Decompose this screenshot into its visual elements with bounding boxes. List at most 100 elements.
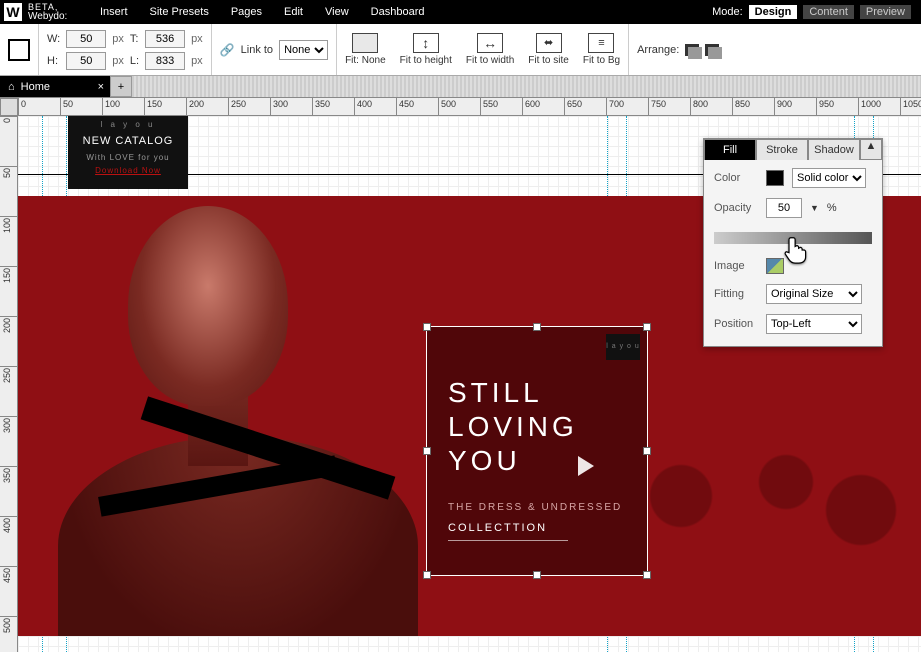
ruler-h-tick: 650 [564, 98, 565, 116]
ruler-h-tick: 900 [774, 98, 775, 116]
ruler-v-tick: 150 [0, 266, 18, 267]
color-type-select[interactable]: Solid color [792, 168, 866, 188]
app-logo-icon [4, 3, 22, 21]
ruler-h-tick: 150 [144, 98, 145, 116]
fit-bg-label: Fit to Bg [583, 55, 620, 66]
tab-home[interactable]: ⌂ Home × [0, 76, 110, 97]
ruler-h-tick: 1050 [900, 98, 901, 116]
menu-edit[interactable]: Edit [284, 6, 303, 18]
link-to-select[interactable]: None [279, 40, 328, 60]
panel-tab-fill[interactable]: Fill [704, 139, 756, 160]
fit-none-button[interactable]: Fit: None [345, 33, 386, 66]
ruler-h-tick: 500 [438, 98, 439, 116]
mode-design[interactable]: Design [749, 5, 798, 19]
catalog-badge[interactable]: l a y o u NEW CATALOG With LOVE for you … [68, 116, 188, 189]
ruler-h-tick: 100 [102, 98, 103, 116]
badge-title: NEW CATALOG [74, 135, 182, 147]
color-swatch[interactable] [766, 170, 784, 186]
dim-h-input[interactable] [66, 52, 106, 70]
ruler-v-tick: 400 [0, 516, 18, 517]
dim-t-label: T: [130, 33, 139, 45]
hero-model-figure [18, 196, 438, 636]
fit-width-icon: ↔ [477, 33, 503, 53]
ruler-v-tick: 250 [0, 366, 18, 367]
fit-height-button[interactable]: ↕ Fit to height [400, 33, 452, 66]
resize-handle-t[interactable] [533, 323, 541, 331]
badge-cta[interactable]: Download Now [74, 166, 182, 175]
fit-none-icon [352, 33, 378, 53]
resize-handle-tl[interactable] [423, 323, 431, 331]
ruler-vertical[interactable]: 050100150200250300350400450500 [0, 116, 18, 652]
add-tab-button[interactable]: + [110, 76, 132, 97]
menu-dashboard[interactable]: Dashboard [371, 6, 425, 18]
document-tab-strip: ⌂ Home × + [0, 76, 921, 98]
position-select[interactable]: Top-Left [766, 314, 862, 334]
ruler-h-tick: 600 [522, 98, 523, 116]
fit-site-button[interactable]: ⬌ Fit to site [528, 33, 569, 66]
ruler-h-tick: 450 [396, 98, 397, 116]
top-menu-bar: BETA, Webydo: Insert Site Presets Pages … [0, 0, 921, 24]
dim-l-label: L: [130, 55, 139, 67]
selection-outline[interactable] [426, 326, 648, 576]
dim-w-label: W: [47, 33, 60, 45]
panel-color-label: Color [714, 172, 758, 184]
mode-content[interactable]: Content [803, 5, 854, 19]
fill-properties-panel[interactable]: Fill Stroke Shadow ▲ Color Solid color O… [703, 138, 883, 347]
ruler-h-tick: 300 [270, 98, 271, 116]
menu-site-presets[interactable]: Site Presets [150, 6, 209, 18]
resize-handle-tr[interactable] [643, 323, 651, 331]
ruler-v-tick: 0 [0, 116, 18, 117]
ruler-h-tick: 750 [648, 98, 649, 116]
resize-handle-l[interactable] [423, 447, 431, 455]
panel-image-label: Image [714, 260, 758, 272]
fitting-select[interactable]: Original Size [766, 284, 862, 304]
dim-l-input[interactable] [145, 52, 185, 70]
resize-handle-br[interactable] [643, 571, 651, 579]
resize-handle-r[interactable] [643, 447, 651, 455]
dim-w-unit: px [112, 33, 124, 45]
canvas[interactable]: l a y o u NEW CATALOG With LOVE for you … [18, 116, 921, 652]
ruler-v-tick: 500 [0, 616, 18, 617]
ruler-horizontal[interactable]: 0501001502002503003504004505005506006507… [18, 98, 921, 116]
menu-view[interactable]: View [325, 6, 349, 18]
menu-pages[interactable]: Pages [231, 6, 262, 18]
ruler-v-tick: 200 [0, 316, 18, 317]
shape-rectangle-icon [8, 39, 30, 61]
fit-bg-icon: ≡ [588, 33, 614, 53]
fit-width-button[interactable]: ↔ Fit to width [466, 33, 514, 66]
resize-handle-b[interactable] [533, 571, 541, 579]
home-icon: ⌂ [8, 81, 15, 93]
mode-preview[interactable]: Preview [860, 5, 911, 19]
ruler-v-tick: 300 [0, 416, 18, 417]
ruler-h-tick: 850 [732, 98, 733, 116]
hero-background-trees [621, 356, 921, 636]
ruler-h-tick: 700 [606, 98, 607, 116]
workspace: 0501001502002503003504004505005506006507… [0, 98, 921, 652]
resize-handle-bl[interactable] [423, 571, 431, 579]
dim-h-unit: px [112, 55, 124, 67]
fit-bg-button[interactable]: ≡ Fit to Bg [583, 33, 620, 66]
menu-insert[interactable]: Insert [100, 6, 128, 18]
arrange-back-icon[interactable] [705, 44, 719, 56]
fit-site-icon: ⬌ [536, 33, 562, 53]
dim-w-input[interactable] [66, 30, 106, 48]
ruler-h-tick: 250 [228, 98, 229, 116]
ruler-v-tick: 50 [0, 166, 18, 167]
panel-tab-shadow[interactable]: Shadow [808, 139, 860, 160]
panel-collapse-button[interactable]: ▲ [860, 139, 882, 160]
ruler-h-tick: 0 [18, 98, 19, 116]
ruler-h-tick: 1000 [858, 98, 859, 116]
mode-label: Mode: [712, 6, 743, 18]
dim-t-input[interactable] [145, 30, 185, 48]
ruler-h-tick: 200 [186, 98, 187, 116]
ruler-v-tick: 450 [0, 566, 18, 567]
tab-close-icon[interactable]: × [98, 81, 104, 93]
fit-height-label: Fit to height [400, 55, 452, 66]
opacity-input[interactable] [766, 198, 802, 218]
ruler-h-tick: 50 [60, 98, 61, 116]
badge-sub: With LOVE for you [74, 153, 182, 162]
arrange-front-icon[interactable] [685, 44, 699, 56]
cursor-pointer-icon [782, 235, 810, 265]
ruler-h-tick: 400 [354, 98, 355, 116]
panel-tab-stroke[interactable]: Stroke [756, 139, 808, 160]
